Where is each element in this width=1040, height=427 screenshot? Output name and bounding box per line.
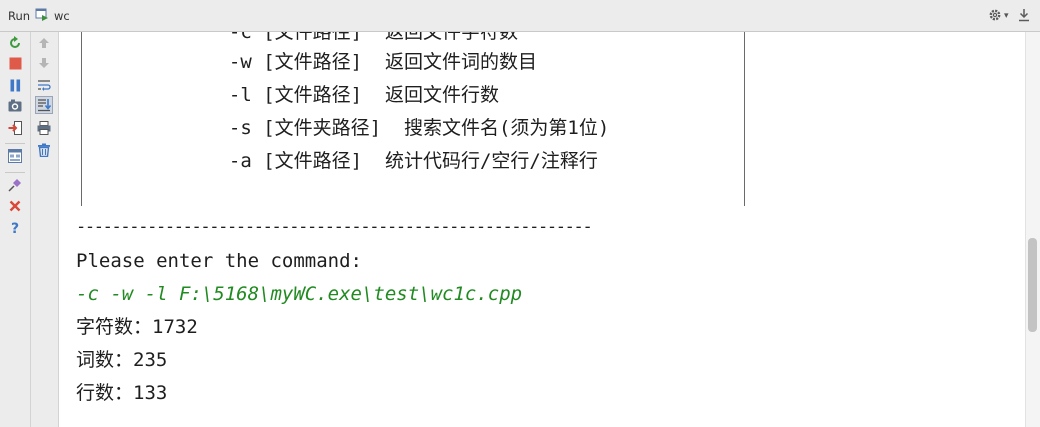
console-result-chars: 字符数：1732 [76, 316, 198, 338]
pin-icon[interactable] [6, 176, 24, 194]
scroll-to-end-icon[interactable] [35, 96, 53, 114]
clear-all-icon[interactable] [35, 141, 53, 159]
help-box-right-border [744, 32, 745, 206]
run-toolbar-secondary [31, 32, 59, 427]
console-line: -s [文件夹路径] 搜索文件名(须为第1位) [206, 117, 610, 139]
run-title: Run [8, 9, 31, 23]
down-arrow-icon[interactable] [35, 54, 53, 72]
up-arrow-icon[interactable] [35, 34, 53, 52]
restore-layout-icon[interactable] [6, 147, 24, 165]
pause-icon[interactable] [6, 76, 24, 94]
help-box-left-border [81, 32, 82, 206]
console-scrollbar[interactable] [1025, 32, 1040, 427]
console-divider: ----------------------------------------… [76, 217, 593, 237]
stop-icon[interactable] [6, 54, 24, 72]
console-output[interactable]: -c [文件路径] 返回文件字符数 -w [文件路径] 返回文件词的数目 -l … [59, 32, 1025, 427]
print-icon[interactable] [35, 119, 53, 137]
gear-icon[interactable] [988, 8, 1002, 25]
scrollbar-thumb[interactable] [1028, 238, 1037, 332]
run-config-icon [35, 8, 48, 21]
console-line: -l [文件路径] 返回文件行数 [206, 84, 499, 106]
console-result-lines: 行数：133 [76, 382, 168, 404]
tab-wc[interactable]: wc [54, 9, 70, 23]
console-prompt: Please enter the command: [76, 250, 362, 272]
run-tool-window-header: Run wc ▾ [0, 0, 1040, 32]
help-icon[interactable]: ? [6, 219, 24, 237]
exit-icon[interactable] [6, 119, 24, 137]
rerun-icon[interactable] [6, 34, 24, 52]
console-line: -a [文件路径] 统计代码行/空行/注释行 [206, 150, 598, 172]
console-line: -w [文件路径] 返回文件词的数目 [206, 51, 537, 73]
soft-wrap-icon[interactable] [35, 76, 53, 94]
hide-panel-icon[interactable] [1018, 8, 1030, 25]
close-icon[interactable] [6, 197, 24, 215]
dump-threads-icon[interactable] [6, 97, 24, 115]
console-result-words: 词数：235 [76, 349, 168, 371]
console-user-input: -c -w -l F:\5168\myWC.exe\test\wc1c.cpp [76, 283, 523, 305]
run-toolbar-primary: ? [0, 32, 31, 427]
svg-text:?: ? [11, 221, 19, 235]
chevron-down-icon[interactable]: ▾ [1004, 11, 1009, 21]
